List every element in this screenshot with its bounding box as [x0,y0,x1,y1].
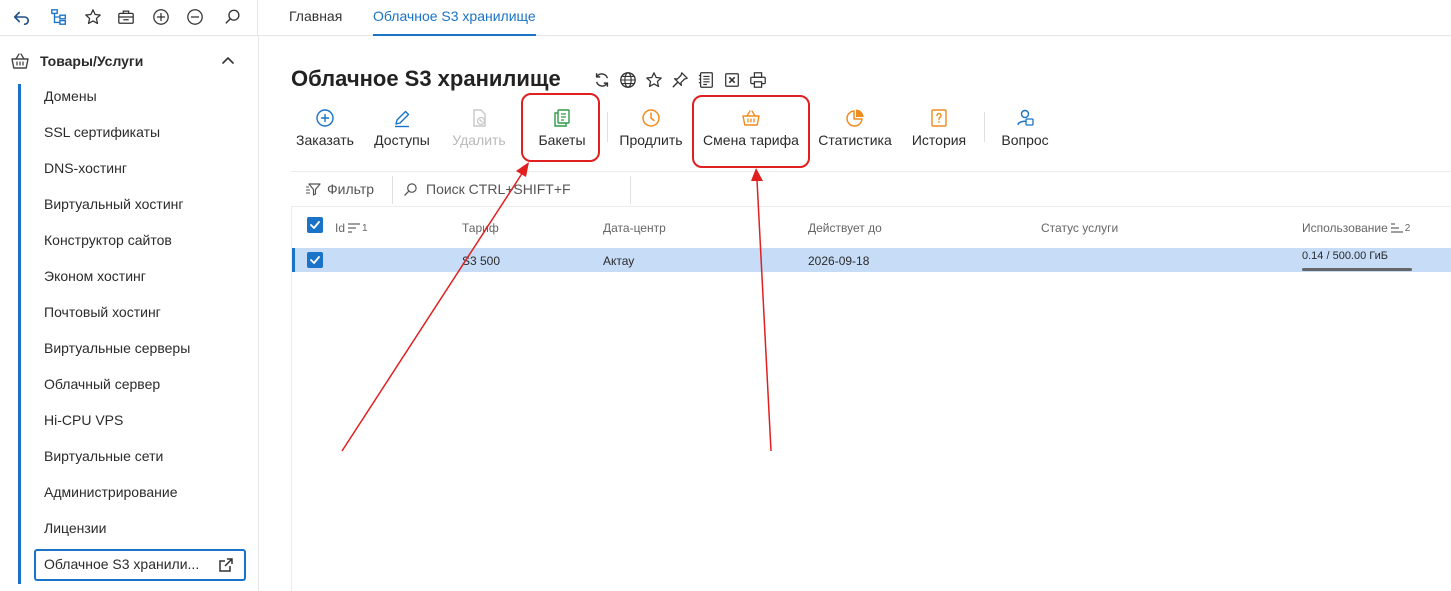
print-icon[interactable] [748,70,768,90]
chevron-up-icon[interactable] [220,53,236,69]
sidebar-item-dns-hosting[interactable]: DNS-хостинг [44,158,127,178]
cell-datacenter: Актау [603,254,635,268]
pie-chart-icon [846,109,864,127]
column-header-id-label: Id [335,221,346,235]
sidebar-item-econom-hosting[interactable]: Эконом хостинг [44,266,146,286]
globe-icon[interactable] [618,70,638,90]
order-label: Заказать [296,132,354,148]
refresh-icon[interactable] [592,70,612,90]
sidebar-item-domains[interactable]: Домены [44,86,97,106]
support-user-icon [1017,109,1034,126]
column-header-valid-until[interactable]: Действует до [808,221,882,235]
sidebar-tree-line [18,84,21,584]
pencil-icon [395,110,410,128]
access-label: Доступы [374,132,430,148]
excel-export-icon[interactable] [722,70,742,90]
usage-progress-bar [1302,268,1412,271]
pin-icon[interactable] [670,70,690,90]
tree-structure-icon[interactable] [48,6,70,28]
briefcase-icon[interactable] [115,6,137,28]
toolbar-divider [984,112,985,142]
sort-order: 2 [1404,222,1411,234]
sidebar-item-ssl[interactable]: SSL сертификаты [44,122,160,142]
search-placeholder: Поиск CTRL+SHIFT+F [426,181,571,197]
plus-circle-icon[interactable] [150,6,172,28]
sidebar-item-virtual-hosting[interactable]: Виртуальный хостинг [44,194,184,214]
sidebar-item-site-builder[interactable]: Конструктор сайтов [44,230,172,250]
sidebar: Товары/Услуги Домены SSL сертификаты DNS… [0,36,259,591]
delete-label: Удалить [452,132,506,148]
table-row[interactable]: S3 500 Актау 2026-09-18 0.14 / 500.00 Ги… [292,248,1451,272]
question-box-icon [931,109,947,127]
sort-order: 1 [362,222,368,234]
tab-s3-storage[interactable]: Облачное S3 хранилище [373,0,536,36]
column-header-usage-label: Использование [1302,221,1388,235]
filter-icon [306,183,321,196]
back-arrow-icon[interactable] [10,6,32,28]
column-header-tariff[interactable]: Тариф [462,221,499,235]
external-link-icon[interactable] [218,557,234,573]
sidebar-section-header[interactable]: Товары/Услуги [10,50,246,72]
column-header-datacenter[interactable]: Дата-центр [603,221,666,235]
column-header-status[interactable]: Статус услуги [1041,221,1118,235]
sidebar-item-administration[interactable]: Администрирование [44,482,178,502]
filter-label: Фильтр [327,181,375,197]
search-input[interactable]: Поиск CTRL+SHIFT+F [403,181,629,197]
history-button[interactable]: История [910,108,968,154]
plus-circle-icon [316,109,334,127]
toolbar-divider [607,112,608,142]
sidebar-section-title: Товары/Услуги [40,53,144,69]
search-icon [404,182,417,196]
tab-home[interactable]: Главная [289,0,342,36]
search-divider [630,176,631,204]
cell-tariff: S3 500 [462,254,501,268]
search-icon[interactable] [222,6,244,28]
minus-circle-icon[interactable] [184,6,206,28]
question-label: Вопрос [1001,132,1049,148]
statistics-button[interactable]: Статистика [818,108,892,154]
star-icon[interactable] [82,6,104,28]
checkmark-icon [310,256,320,264]
cell-valid-until: 2026-09-18 [808,254,870,268]
sidebar-item-licenses[interactable]: Лицензии [44,518,106,538]
clock-icon [642,109,660,127]
delete-button[interactable]: Удалить [449,108,509,154]
top-icon-bar [0,0,258,36]
sort-icon [1390,223,1403,233]
sidebar-item-virtual-servers[interactable]: Виртуальные серверы [44,338,190,358]
statistics-label: Статистика [818,132,892,148]
star-icon[interactable] [644,70,664,90]
sort-icon [348,223,361,233]
row-selected-marker [292,248,295,272]
column-header-id[interactable]: Id 1 [335,221,368,235]
filter-divider [392,176,393,204]
checkmark-icon [310,221,320,229]
sidebar-item-cloud-server[interactable]: Облачный сервер [44,374,160,394]
annotation-highlight-buckets [521,93,600,162]
basket-icon [11,53,29,69]
column-header-usage[interactable]: Использование 2 [1302,221,1410,235]
access-button[interactable]: Доступы [372,108,432,154]
sidebar-item-hi-cpu-vps[interactable]: Hi-CPU VPS [44,410,123,430]
renew-button[interactable]: Продлить [618,108,684,154]
services-table: Id 1 Тариф Дата-центр Действует до Стату… [291,207,1451,591]
page-title: Облачное S3 хранилище [291,66,561,91]
question-button[interactable]: Вопрос [998,108,1052,154]
sidebar-item-s3-storage[interactable]: Облачное S3 хранили... [34,549,246,581]
filter-bar: Фильтр Поиск CTRL+SHIFT+F [291,171,1451,207]
delete-document-icon [473,109,486,127]
filter-button[interactable]: Фильтр [305,181,374,197]
select-all-checkbox[interactable] [307,217,323,233]
annotation-highlight-change-tariff [692,95,810,168]
sidebar-item-mail-hosting[interactable]: Почтовый хостинг [44,302,161,322]
renew-label: Продлить [619,132,683,148]
cell-usage: 0.14 / 500.00 ГиБ [1302,250,1388,262]
top-bar: Главная Облачное S3 хранилище [0,0,1451,36]
sidebar-item-label: Облачное S3 хранили... [44,556,200,572]
document-list-icon[interactable] [696,70,716,90]
row-checkbox[interactable] [307,252,323,268]
sidebar-item-virtual-networks[interactable]: Виртуальные сети [44,446,163,466]
order-button[interactable]: Заказать [295,108,355,154]
history-label: История [911,132,967,148]
